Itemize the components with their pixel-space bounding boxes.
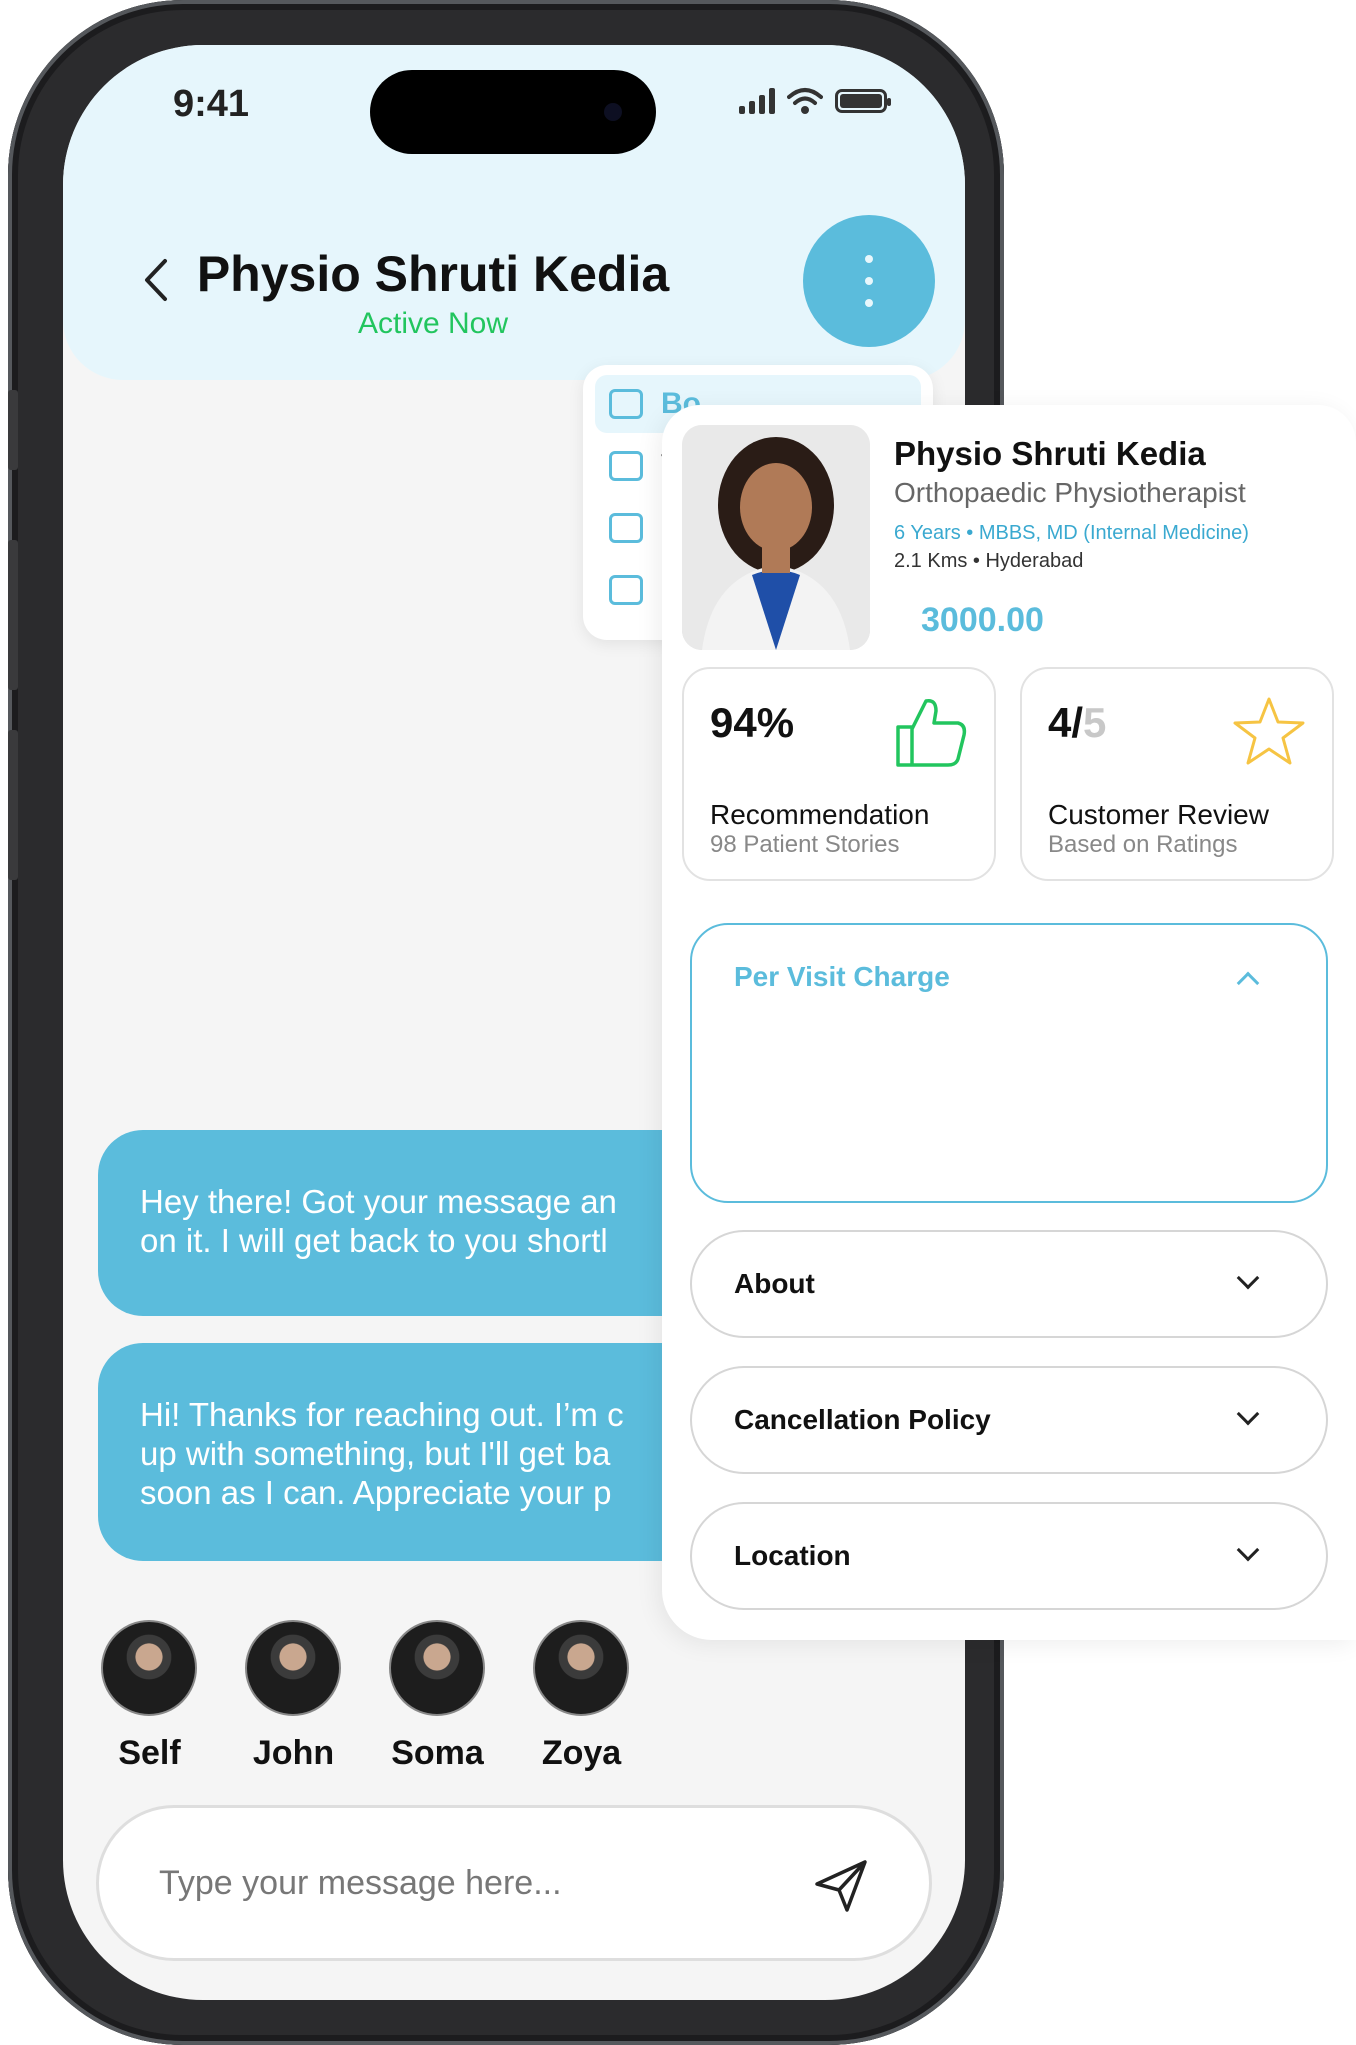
doctor-photo [682, 425, 870, 650]
message-input[interactable] [159, 1853, 779, 1913]
chevron-up-icon [1236, 971, 1260, 995]
contact-zoya[interactable]: Zoya [533, 1620, 630, 1773]
contact-list: Self John Soma Zoya [101, 1620, 630, 1773]
contact-john[interactable]: John [245, 1620, 342, 1773]
close-square-icon [609, 575, 643, 605]
recommendation-subtitle: 98 Patient Stories [710, 831, 900, 858]
contact-self[interactable]: Self [101, 1620, 198, 1773]
signal-icon [739, 88, 775, 114]
mute-switch [8, 390, 18, 470]
video-icon [609, 451, 643, 481]
status-time: 9:41 [173, 83, 250, 125]
doctor-name: Physio Shruti Kedia [894, 435, 1206, 472]
avatar [101, 1620, 197, 1716]
contact-soma[interactable]: Soma [389, 1620, 486, 1773]
accordion-location[interactable]: Location [690, 1502, 1328, 1610]
doctor-portrait [682, 425, 870, 650]
send-icon[interactable] [811, 1856, 871, 1916]
doctor-price: 3000.00 [921, 601, 1044, 639]
message-composer [96, 1805, 932, 1961]
volume-down-button [8, 730, 18, 880]
calendar-check-icon [609, 389, 643, 419]
wifi-icon [787, 88, 823, 114]
avatar [389, 1620, 485, 1716]
chevron-down-icon [1236, 1266, 1260, 1290]
contact-name: Soma [391, 1734, 484, 1772]
chevron-left-icon [145, 259, 167, 301]
doctor-location: 2.1 Kms • Hyderabad [894, 550, 1084, 572]
avatar [533, 1620, 629, 1716]
recommendation-title: Recommendation [710, 799, 930, 830]
chat-title: Physio Shruti Kedia [196, 246, 670, 302]
doctor-specialty: Orthopaedic Physiotherapist [894, 477, 1246, 508]
chevron-down-icon [1236, 1538, 1260, 1562]
accordion-title: Cancellation Policy [734, 1404, 991, 1435]
review-title: Customer Review [1048, 799, 1269, 830]
camera-icon [604, 103, 622, 121]
avatar [245, 1620, 341, 1716]
accordion-title: Location [734, 1540, 851, 1571]
recommendation-stat: 94% Recommendation 98 Patient Stories [682, 667, 996, 881]
accordion-about[interactable]: About [690, 1230, 1328, 1338]
chat-header: 9:41 Physio Shruti Kedia Active Now [63, 45, 965, 380]
review-stat: 4/5 Customer Review Based on Ratings [1020, 667, 1334, 881]
doctor-qualifications: 6 Years • MBBS, MD (Internal Medicine) [894, 522, 1249, 544]
review-max: 5 [1083, 699, 1107, 746]
report-icon [609, 513, 643, 543]
accordion-per-visit-charge[interactable]: Per Visit Charge [690, 923, 1328, 1203]
dynamic-island [370, 70, 656, 154]
star-icon [1233, 697, 1305, 765]
accordion-cancellation-policy[interactable]: Cancellation Policy [690, 1366, 1328, 1474]
contact-name: Self [118, 1734, 181, 1772]
battery-icon [835, 89, 891, 113]
thumbs-up-icon [896, 698, 967, 767]
recommendation-value: 94% [710, 699, 795, 746]
status-icons [739, 87, 891, 115]
doctor-profile-card: Physio Shruti Kedia Orthopaedic Physioth… [662, 405, 1356, 1640]
back-button[interactable] [141, 255, 181, 315]
accordion-title: Per Visit Charge [734, 961, 950, 992]
active-status: Active Now [357, 307, 509, 340]
more-options-button[interactable] [803, 215, 935, 347]
chevron-down-icon [1236, 1402, 1260, 1426]
review-score: 4/ [1048, 699, 1084, 746]
review-subtitle: Based on Ratings [1048, 831, 1238, 858]
contact-name: Zoya [541, 1734, 622, 1772]
contact-name: John [252, 1734, 335, 1772]
review-value: 4/5 [1048, 699, 1106, 747]
accordion-title: About [734, 1268, 815, 1299]
volume-up-button [8, 540, 18, 690]
